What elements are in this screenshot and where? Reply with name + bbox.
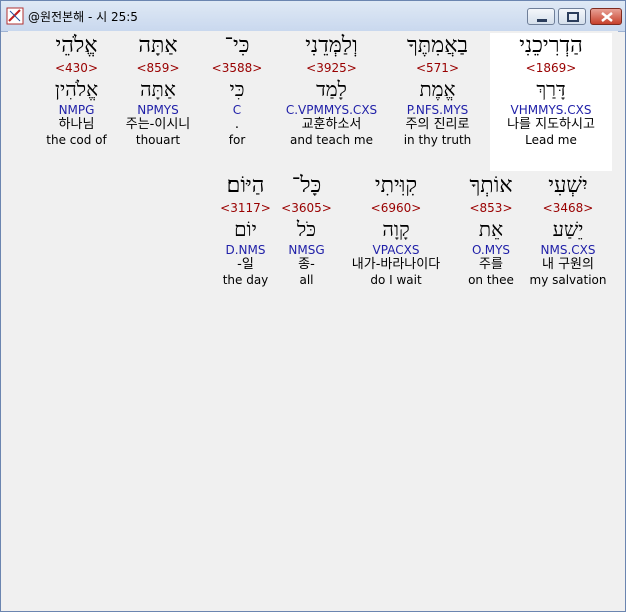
english-gloss: Lead me [525,133,577,147]
hebrew-word: אֱלֹהֵי [55,33,98,58]
word-cell[interactable]: בַאֲמִתֶּךָ <571> אֱמֶת P.NFS.MYS 주의 진리로 in t… [385,33,490,171]
morphology-code: NMSG [288,243,325,257]
strong-number: <3588> [211,61,263,75]
hebrew-word: אוֹתְךָ [469,173,513,198]
morphology-code: VHMMYS.CXS [510,103,592,117]
english-gloss: do I wait [370,273,422,287]
morphology-code: P.NFS.MYS [406,103,469,117]
hebrew-lemma: כֹּל [296,217,317,241]
korean-gloss: 내 구원의 [542,257,594,272]
morphology-code: VPACXS [372,243,420,257]
strong-number: <430> [54,61,98,75]
hebrew-word: יִשְׁעִי [548,173,588,198]
english-gloss: and teach me [290,133,373,147]
maximize-button[interactable] [558,8,586,25]
word-cell[interactable]: הַדְרִיכֵנִי <1869> דָּרַךְ VHMMYS.CXS 나를 지도… [490,33,612,171]
app-window: @원전본해 - 시 25:5 הַדְרִיכֵנִי <1869> דָּרַךְ… [0,0,626,612]
strong-number: <1869> [525,61,577,75]
hebrew-lemma: יוֹם [234,217,257,241]
strong-number: <6960> [370,201,422,215]
korean-gloss: -일 [237,257,254,272]
minimize-button[interactable] [527,8,555,25]
strong-number: <3605> [281,201,332,215]
hebrew-lemma: אֱמֶת [419,77,456,101]
hebrew-lemma: דָּרַךְ [536,77,566,101]
english-gloss: for [228,133,246,147]
word-cell[interactable]: אַתָּה <859> אַתָּה NPMYS 주는-이시니 thouart [120,33,196,171]
close-icon [601,12,613,22]
english-gloss: thouart [135,133,181,147]
strong-number: <3117> [220,201,271,215]
strong-number: <859> [136,61,180,75]
hebrew-word: אַתָּה [138,33,178,58]
hebrew-lemma: קָוָה [382,217,410,241]
english-gloss: all [299,273,314,287]
close-button[interactable] [590,8,622,25]
maximize-icon [567,12,579,22]
morphology-code: D.NMS [225,243,266,257]
english-gloss: my salvation [529,273,607,287]
english-gloss: the day [222,273,269,287]
korean-gloss: 주는-이시니 [125,117,191,132]
strong-number: <3468> [542,201,594,215]
english-gloss: on thee [468,273,514,287]
morphology-code: O.MYS [471,243,511,257]
hebrew-word: כָּל־ [291,173,322,198]
korean-gloss: 종- [298,257,315,272]
korean-gloss: 하나님 [58,117,95,132]
korean-gloss: 내가-바라나이다 [351,257,441,272]
morphology-code: NMS.CXS [540,243,596,257]
title-bar[interactable]: @원전본해 - 시 25:5 [1,1,625,32]
hebrew-lemma: אֱלֹהִין [54,77,99,101]
english-gloss: in thy truth [403,133,472,147]
word-cell[interactable]: אוֹתְךָ <853> אֵת O.MYS 주를 on thee [458,173,524,307]
strong-number: <853> [469,201,513,215]
hebrew-word: בַאֲמִתֶּךָ [406,33,469,58]
word-cell[interactable]: אֱלֹהֵי <430> אֱלֹהִין NMPG 하나님 the cod of [33,33,120,171]
korean-gloss: . [234,117,240,132]
word-cell[interactable]: הַיּוֹם׃ <3117> יוֹם D.NMS -일 the day [213,173,278,307]
app-icon [6,7,24,25]
hebrew-lemma: לָמַד [316,77,347,101]
strong-number: <3925> [306,61,357,75]
hebrew-word: הַדְרִיכֵנִי [519,33,583,58]
hebrew-lemma: אֵת [478,217,504,241]
interlinear-view: הַדְרִיכֵנִי <1869> דָּרַךְ VHMMYS.CXS 나를 지도… [8,31,618,607]
hebrew-lemma: יֵשַׁע [552,217,584,241]
morphology-code: NMPG [58,103,95,117]
hebrew-word: קִוִּיתִי [374,173,418,198]
strong-number: <571> [415,61,459,75]
hebrew-word: כִּי־ [224,33,250,58]
hebrew-word: הַיּוֹם׃ [226,173,265,198]
window-title: @원전본해 - 시 25:5 [28,10,138,24]
morphology-code: C [232,103,242,117]
word-cell[interactable]: וְלַמְּדֵנִי <3925> לָמַד C.VPMMYS.CXS 교훈하소서… [278,33,385,171]
word-cell[interactable]: כִּי־ <3588> כִּי C. for [196,33,278,171]
word-cell[interactable]: קִוִּיתִי <6960> קָוָה VPACXS 내가-바라나이다 do I w… [335,173,457,307]
hebrew-lemma: אַתָּה [140,77,176,101]
hebrew-word: וְלַמְּדֵנִי [305,33,358,58]
hebrew-lemma: כִּי [229,77,245,101]
word-cell[interactable]: כָּל־ <3605> כֹּל NMSG 종-all [278,173,335,307]
korean-gloss: 나를 지도하시고 [507,117,595,132]
word-cell[interactable]: יִשְׁעִי <3468> יֵשַׁע NMS.CXS 내 구원의 my salva… [523,173,613,307]
korean-gloss: 주의 진리로 [405,117,470,132]
english-gloss: the cod of [46,133,107,147]
morphology-code: NPMYS [137,103,179,117]
korean-gloss: 주를 [479,257,503,272]
korean-gloss: 교훈하소서 [301,117,362,132]
minimize-icon [537,19,547,22]
morphology-code: C.VPMMYS.CXS [285,103,378,117]
